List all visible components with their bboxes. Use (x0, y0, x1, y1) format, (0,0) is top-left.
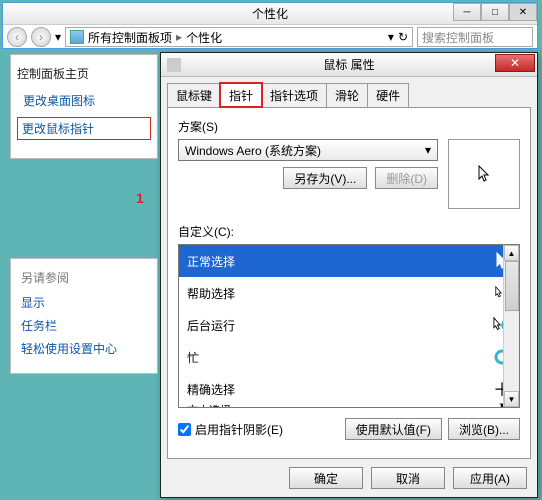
address-bar[interactable]: 所有控制面板项 ▸ 个性化 ▾ ↻ (65, 27, 413, 47)
nav-forward-button[interactable]: › (31, 27, 51, 47)
cursor-listbox[interactable]: 正常选择 帮助选择 ? 后台运行 忙 精确选择 ＋ 文本选择 I (178, 244, 520, 408)
minimize-button[interactable]: ─ (453, 3, 481, 21)
list-item-label: 后台运行 (187, 317, 235, 334)
search-input[interactable]: 搜索控制面板 (417, 27, 533, 47)
chevron-down-icon: ▾ (425, 143, 431, 157)
scheme-value: Windows Aero (系统方案) (185, 142, 321, 159)
see-also-ease[interactable]: 轻松使用设置中心 (21, 340, 147, 357)
mouse-properties-dialog: 鼠标 属性 ✕ 鼠标键 指针 指针选项 滑轮 硬件 2 方案(S) Window… (160, 52, 538, 498)
tab-buttons[interactable]: 鼠标键 (167, 83, 221, 107)
delete-button: 删除(D) (375, 167, 438, 189)
tab-body: 方案(S) Windows Aero (系统方案) ▾ 另存为(V)... 删除… (167, 107, 531, 459)
scroll-thumb[interactable] (505, 261, 519, 311)
see-also-display[interactable]: 显示 (21, 294, 147, 311)
annotation-1: 1 (136, 190, 144, 206)
nav-history-dropdown[interactable]: ▾ (55, 30, 61, 44)
list-item[interactable]: 帮助选择 ? (179, 277, 519, 309)
window-title: 个性化 (252, 5, 288, 22)
checkbox-label: 启用指针阴影(E) (195, 421, 283, 438)
tab-wheel[interactable]: 滑轮 (326, 83, 368, 107)
close-button[interactable]: ✕ (509, 3, 537, 21)
cancel-button[interactable]: 取消 (371, 467, 445, 489)
folder-icon (70, 30, 84, 44)
see-also-taskbar[interactable]: 任务栏 (21, 317, 147, 334)
tab-pointer-options[interactable]: 指针选项 (261, 83, 327, 107)
left-panel-title: 控制面板主页 (17, 65, 151, 82)
dialog-title: 鼠标 属性 (323, 56, 374, 73)
nav-back-button[interactable]: ‹ (7, 27, 27, 47)
tab-pointers[interactable]: 指针 (220, 83, 262, 107)
browse-button[interactable]: 浏览(B)... (448, 418, 520, 440)
dialog-footer: 确定 取消 应用(A) (289, 467, 527, 489)
window-controls: ─ □ ✕ (453, 3, 537, 21)
left-link-desktop-icons[interactable]: 更改桌面图标 (23, 92, 151, 109)
save-as-button[interactable]: 另存为(V)... (283, 167, 367, 189)
list-item-label: 文本选择 (187, 402, 231, 408)
window-titlebar: 个性化 ─ □ ✕ (3, 3, 537, 25)
ok-button[interactable]: 确定 (289, 467, 363, 489)
personalization-window: 个性化 ─ □ ✕ ‹ › ▾ 所有控制面板项 ▸ 个性化 ▾ ↻ 搜索控制面板 (2, 2, 538, 49)
list-item-label: 正常选择 (187, 253, 235, 270)
use-default-button[interactable]: 使用默认值(F) (345, 418, 442, 440)
cursor-preview-box (448, 139, 520, 209)
list-item[interactable]: 后台运行 (179, 309, 519, 341)
list-item-label: 帮助选择 (187, 285, 235, 302)
scheme-select[interactable]: Windows Aero (系统方案) ▾ (178, 139, 438, 161)
search-placeholder: 搜索控制面板 (422, 29, 494, 46)
breadcrumb-sep-icon: ▸ (176, 30, 182, 44)
scrollbar[interactable]: ▲ ▼ (503, 245, 519, 407)
list-item[interactable]: 忙 (179, 341, 519, 373)
breadcrumb-root[interactable]: 所有控制面板项 (88, 29, 172, 46)
list-item-label: 精确选择 (187, 381, 235, 398)
arrow-cursor-icon (477, 165, 491, 183)
pointer-shadow-checkbox[interactable]: 启用指针阴影(E) (178, 421, 283, 438)
scheme-label: 方案(S) (178, 118, 520, 135)
breadcrumb-current[interactable]: 个性化 (186, 29, 222, 46)
customize-label: 自定义(C): (178, 223, 520, 240)
see-also-heading: 另请参阅 (21, 269, 147, 286)
scroll-up-icon[interactable]: ▲ (504, 245, 519, 261)
list-item[interactable]: 精确选择 ＋ (179, 373, 519, 405)
maximize-button[interactable]: □ (481, 3, 509, 21)
left-link-mouse-pointers[interactable]: 更改鼠标指针 (17, 117, 151, 140)
left-nav-panel: 控制面板主页 更改桌面图标 更改鼠标指针 (10, 54, 158, 159)
checkbox-input[interactable] (178, 423, 191, 436)
list-item[interactable]: 正常选择 (179, 245, 519, 277)
list-item-label: 忙 (187, 349, 199, 366)
nav-toolbar: ‹ › ▾ 所有控制面板项 ▸ 个性化 ▾ ↻ 搜索控制面板 (3, 25, 537, 49)
dialog-close-button[interactable]: ✕ (495, 54, 535, 72)
see-also-panel: 另请参阅 显示 任务栏 轻松使用设置中心 (10, 258, 158, 374)
address-dropdown-icon[interactable]: ▾ (388, 30, 394, 44)
refresh-icon[interactable]: ↻ (398, 30, 408, 44)
list-item[interactable]: 文本选择 I (179, 405, 519, 408)
dialog-titlebar: 鼠标 属性 ✕ (161, 53, 537, 77)
tab-strip: 鼠标键 指针 指针选项 滑轮 硬件 2 (167, 83, 531, 107)
scroll-down-icon[interactable]: ▼ (504, 391, 519, 407)
tab-hardware[interactable]: 硬件 (367, 83, 409, 107)
apply-button[interactable]: 应用(A) (453, 467, 527, 489)
dialog-icon (167, 58, 181, 72)
